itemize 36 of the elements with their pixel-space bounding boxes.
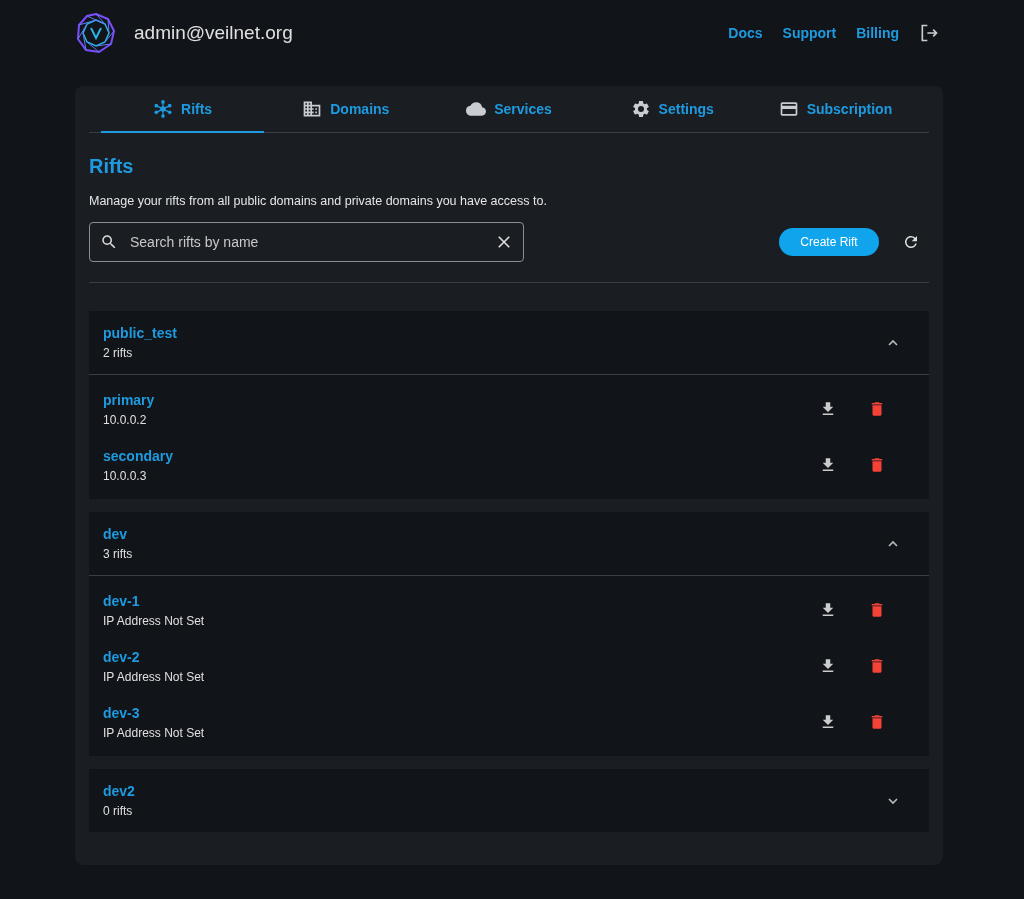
rift-address: IP Address Not Set bbox=[103, 613, 205, 628]
refresh-icon[interactable] bbox=[902, 233, 920, 251]
rift-count: 2 rifts bbox=[103, 346, 134, 360]
rift-address: 10.0.0.2 bbox=[103, 412, 148, 427]
account-email: admin@veilnet.org bbox=[134, 22, 293, 44]
tab[interactable]: Services bbox=[427, 86, 591, 133]
gear-icon bbox=[630, 98, 651, 119]
nav-link[interactable]: Billing bbox=[856, 25, 899, 41]
rift-name[interactable]: dev-2 bbox=[103, 648, 205, 665]
search-input[interactable]: Search rifts by name bbox=[128, 233, 485, 251]
rift-address: IP Address Not Set bbox=[103, 669, 205, 684]
rift-name[interactable]: dev-3 bbox=[103, 704, 205, 721]
group-name[interactable]: dev bbox=[103, 526, 133, 542]
tab[interactable]: Subscription bbox=[753, 86, 917, 133]
rift-address: IP Address Not Set bbox=[103, 725, 205, 740]
tab[interactable]: Settings bbox=[590, 86, 754, 133]
group-name[interactable]: dev2 bbox=[103, 783, 135, 799]
rift-name[interactable]: dev-1 bbox=[103, 592, 205, 609]
nav-link[interactable]: Docs bbox=[728, 25, 763, 41]
tab[interactable]: Rifts bbox=[101, 86, 265, 133]
group-name[interactable]: public_test bbox=[103, 325, 177, 341]
search-field[interactable]: Search rifts by name bbox=[89, 222, 524, 262]
nav-link[interactable]: Support bbox=[782, 25, 837, 41]
page-title: Rifts bbox=[89, 155, 135, 178]
network-icon bbox=[153, 98, 174, 119]
rift-count: 3 rifts bbox=[103, 547, 133, 561]
rift-count: 0 rifts bbox=[103, 804, 134, 818]
search-icon bbox=[100, 233, 118, 251]
logout-icon[interactable] bbox=[919, 23, 939, 43]
rift-name[interactable]: primary bbox=[103, 391, 155, 408]
close-icon[interactable] bbox=[495, 233, 513, 251]
rift-name[interactable]: secondary bbox=[103, 447, 174, 464]
tab[interactable]: Domains bbox=[264, 86, 428, 133]
rift-address: 10.0.0.3 bbox=[103, 468, 148, 483]
page-description: Manage your rifts from all public domains and private domains you have access to. bbox=[89, 194, 548, 208]
logo-icon bbox=[75, 12, 117, 54]
